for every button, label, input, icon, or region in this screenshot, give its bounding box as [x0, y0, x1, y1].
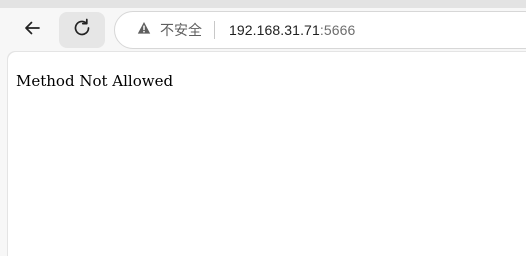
back-arrow-icon: [22, 18, 42, 43]
back-button[interactable]: [14, 12, 50, 48]
address-bar[interactable]: 不安全 192.168.31.71:5666: [114, 11, 526, 49]
url-text[interactable]: 192.168.31.71:5666: [229, 22, 355, 38]
url-port: :5666: [319, 22, 356, 38]
reload-icon: [71, 17, 93, 44]
page-content: Method Not Allowed: [8, 52, 526, 256]
warning-triangle-icon: [137, 21, 151, 40]
tab-strip: [0, 0, 526, 8]
browser-window: 不安全 192.168.31.71:5666 Method Not Allowe…: [0, 0, 526, 256]
address-divider: [214, 21, 215, 39]
error-message: Method Not Allowed: [16, 72, 174, 90]
security-label: 不安全: [160, 22, 202, 38]
reload-button[interactable]: [59, 12, 105, 48]
url-host: 192.168.31.71: [229, 22, 320, 38]
site-security-indicator[interactable]: 不安全: [137, 20, 202, 40]
browser-toolbar: 不安全 192.168.31.71:5666: [0, 8, 526, 52]
